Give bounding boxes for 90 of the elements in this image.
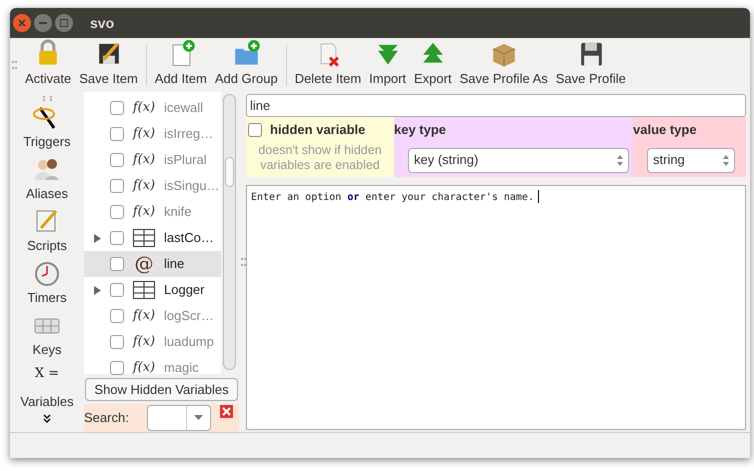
dropdown-icon — [194, 415, 203, 420]
toolbar-button[interactable]: Save Profile — [552, 39, 630, 91]
variable-name: isPlural — [164, 151, 207, 170]
function-symbol: f(x) — [132, 99, 156, 118]
toolbar-button[interactable]: Import — [365, 39, 410, 91]
toolbar-button[interactable]: Delete Item — [290, 39, 366, 91]
sidebar-item[interactable]: Keys — [32, 309, 62, 361]
expand-icon[interactable] — [94, 286, 100, 294]
checkbox[interactable] — [248, 122, 262, 137]
variable-name: line — [164, 255, 184, 274]
maximize-icon — [60, 19, 68, 27]
search-combo-box[interactable] — [146, 404, 211, 431]
toolbar-button[interactable]: Add Item — [150, 39, 211, 91]
value-type-label: value type — [633, 121, 698, 139]
more-icon[interactable] — [43, 414, 51, 423]
function-symbol: f(x) — [132, 151, 156, 170]
name-field[interactable]: line — [246, 94, 746, 117]
checkbox[interactable] — [110, 179, 124, 193]
checkbox[interactable] — [110, 153, 124, 167]
value-type-select[interactable]: string — [647, 148, 735, 172]
function-symbol: f(x) — [132, 177, 156, 196]
tree-item[interactable]: f(x) luadump — [84, 329, 221, 355]
select-value: key (string) — [414, 151, 478, 170]
key-type-label: key type — [394, 121, 448, 139]
key-type-select[interactable]: key (string) — [408, 148, 629, 172]
tree-item[interactable]: f(x) magic — [84, 355, 221, 381]
checkbox[interactable] — [110, 335, 124, 349]
variable-name: knife — [164, 203, 192, 222]
checkbox[interactable] — [110, 283, 124, 297]
function-symbol: f(x) — [132, 307, 156, 326]
hidden-variable-label: hidden variable — [270, 121, 366, 139]
clear-icon[interactable] — [220, 404, 233, 418]
variable-name: luadump — [164, 333, 214, 352]
variable-name: icewall — [164, 99, 204, 118]
window-title: svo — [90, 14, 114, 32]
toolbar-button[interactable]: Save Item — [75, 39, 142, 91]
sidebar-item[interactable]: X = Variables — [20, 361, 74, 413]
expand-icon[interactable] — [94, 234, 100, 242]
tree-item[interactable]: lastCo… — [84, 225, 221, 251]
tree-item[interactable]: f(x) logScr… — [84, 303, 221, 329]
close-button[interactable] — [13, 14, 31, 32]
checkbox[interactable] — [110, 127, 124, 141]
variable-name: magic — [164, 359, 199, 378]
maximize-button[interactable] — [55, 14, 73, 32]
toolbar-grip-icon[interactable] — [12, 61, 15, 69]
toolbar-button[interactable]: Add Group — [210, 39, 282, 91]
checkbox[interactable] — [110, 101, 124, 115]
sidebar-item[interactable]: Scripts — [27, 205, 67, 257]
code-editor[interactable]: Enter an option or enter your character's name. — [246, 185, 746, 430]
minimize-button[interactable] — [34, 14, 52, 32]
checkbox[interactable] — [110, 257, 124, 271]
close-icon — [18, 19, 26, 27]
tree-item[interactable]: f(x) knife — [84, 199, 221, 225]
sidebar-item[interactable]: Aliases — [26, 153, 68, 205]
variable-name: logScr… — [164, 307, 214, 326]
sidebar-item[interactable]: Triggers — [23, 101, 71, 153]
show-hidden-variables-button[interactable]: Show Hidden Variables — [85, 378, 238, 401]
code-text: Enter an option or enter your character's name. — [251, 191, 534, 205]
spinner-icon — [617, 154, 623, 166]
at-symbol: @ — [134, 252, 154, 277]
toolbar-button[interactable]: Activate — [21, 39, 76, 91]
tree-item[interactable]: Logger — [84, 277, 221, 303]
tree-item[interactable]: f(x) isSingu… — [84, 173, 221, 199]
checkbox[interactable] — [110, 361, 124, 375]
variable-name: Logger — [164, 281, 204, 300]
tree-item[interactable]: @ line — [84, 251, 221, 277]
function-symbol: f(x) — [132, 333, 156, 352]
checkbox[interactable] — [110, 205, 124, 219]
function-symbol: f(x) — [132, 125, 156, 144]
search-label: Search: — [84, 409, 129, 428]
tree-item[interactable]: f(x) isIrreg… — [84, 121, 221, 147]
checkbox[interactable] — [110, 309, 124, 323]
spinner-icon — [723, 154, 729, 166]
function-symbol: f(x) — [132, 359, 156, 378]
tree-item[interactable]: f(x) icewall — [84, 95, 221, 121]
variable-name: isIrreg… — [164, 125, 214, 144]
toolbar-button[interactable]: Save Profile As — [456, 39, 552, 91]
table-icon — [133, 281, 155, 299]
tree-item[interactable]: f(x) isPlural — [84, 147, 221, 173]
sidebar-item[interactable]: Timers — [27, 257, 67, 309]
minimize-icon — [39, 22, 47, 24]
variable-name: lastCo… — [164, 229, 214, 248]
toolbar-button[interactable]: Export — [410, 39, 456, 91]
table-icon — [133, 229, 155, 247]
hint-text: doesn't show if hidden variables are enabled — [257, 142, 383, 172]
select-value: string — [653, 151, 685, 170]
checkbox[interactable] — [110, 231, 124, 245]
variable-name: isSingu… — [164, 177, 220, 196]
function-symbol: f(x) — [132, 203, 156, 222]
scrollbar[interactable] — [223, 94, 236, 370]
